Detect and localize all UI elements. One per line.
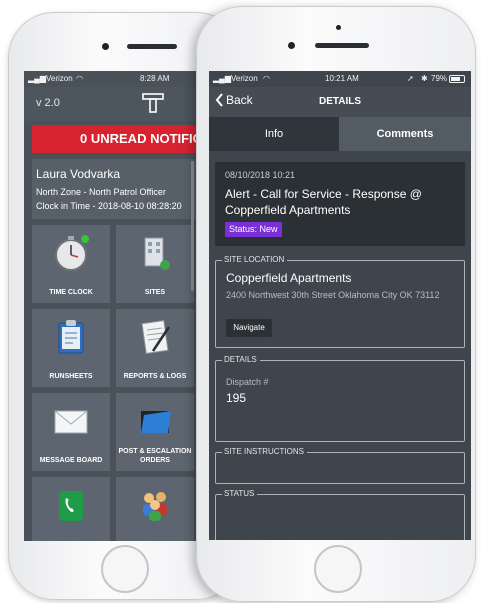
tile-reports-logs[interactable]: REPORTS & LOGS xyxy=(116,309,194,387)
earpiece-speaker xyxy=(315,43,369,48)
tile-message-board[interactable]: MESSAGE BOARD xyxy=(32,393,110,471)
app-header: v 2.0 xyxy=(24,87,196,121)
unread-notifications-banner[interactable]: 0 UNREAD NOTIFICA xyxy=(32,125,196,153)
status-bar: ▂▄▆ Verizon ◠ 10:21 AM ➚ ✱ 79% xyxy=(209,71,471,87)
alert-card: 08/10/2018 10:21 Alert - Call for Servic… xyxy=(215,162,465,246)
section-legend: SITE LOCATION xyxy=(222,255,288,264)
app-logo-icon xyxy=(142,93,164,113)
alert-datetime: 08/10/2018 10:21 xyxy=(225,170,296,180)
battery-percent: 79% xyxy=(431,74,448,83)
user-card: Laura Vodvarka North Zone - North Patrol… xyxy=(32,159,196,219)
bluetooth-icon: ✱ xyxy=(421,74,428,83)
site-name: Copperfield Apartments xyxy=(226,271,352,285)
tile-label: SITES xyxy=(144,289,166,296)
tile-label: MESSAGE BOARD xyxy=(39,457,103,464)
site-location-section: SITE LOCATION Copperfield Apartments 240… xyxy=(215,255,465,348)
site-address: 2400 Northwest 30th Street Oklahoma City… xyxy=(226,290,440,300)
clipboard-icon xyxy=(58,320,84,354)
carrier-label: Verizon xyxy=(46,74,73,83)
tile-sites[interactable]: SITES xyxy=(116,225,194,303)
signal-icon: ▂▄▆ xyxy=(213,74,231,83)
tab-comments[interactable]: Comments xyxy=(339,117,471,151)
envelope-icon xyxy=(54,410,88,434)
tile-post-escalation-orders[interactable]: POST & ESCALATION ORDERS xyxy=(116,393,194,471)
section-legend: DETAILS xyxy=(222,355,260,364)
dispatch-label: Dispatch # xyxy=(226,377,269,387)
tile-time-clock[interactable]: TIME CLOCK xyxy=(32,225,110,303)
carrier-label: Verizon xyxy=(231,74,258,83)
battery-icon xyxy=(449,75,465,83)
front-phone-screen: ▂▄▆ Verizon ◠ 10:21 AM ➚ ✱ 79% Back DETA… xyxy=(209,71,471,540)
tile-people[interactable] xyxy=(116,477,194,541)
folder-icon xyxy=(141,411,171,433)
building-icon xyxy=(144,237,170,270)
location-icon: ➚ xyxy=(407,74,414,83)
site-instructions-section: SITE INSTRUCTIONS xyxy=(215,447,465,484)
tile-phone[interactable] xyxy=(32,477,110,541)
stopwatch-icon xyxy=(55,235,89,271)
home-button[interactable] xyxy=(101,545,149,593)
people-icon xyxy=(143,492,167,521)
clock-label: 8:28 AM xyxy=(140,74,170,83)
status-badge: Status: New xyxy=(225,222,282,237)
tile-label: RUNSHEETS xyxy=(49,373,93,380)
home-button[interactable] xyxy=(314,545,362,593)
scrollbar[interactable] xyxy=(191,161,194,291)
clock-label: 10:21 AM xyxy=(325,74,359,83)
wifi-icon: ◠ xyxy=(76,74,83,83)
front-camera xyxy=(102,43,109,50)
navigate-button[interactable]: Navigate xyxy=(226,319,272,337)
tile-label: REPORTS & LOGS xyxy=(123,373,187,380)
dispatch-value: 195 xyxy=(226,391,247,405)
section-legend: STATUS xyxy=(222,489,258,498)
status-section: STATUS xyxy=(215,489,465,540)
phone-icon xyxy=(59,491,83,521)
alert-title: Alert - Call for Service - Response @ Co… xyxy=(225,187,422,217)
notepad-icon xyxy=(141,320,171,354)
version-label: v 2.0 xyxy=(36,97,60,109)
details-section: DETAILS Dispatch # 195 xyxy=(215,355,465,442)
tab-bar: Info Comments xyxy=(209,117,471,151)
navigation-bar: Back DETAILS xyxy=(209,87,471,117)
proximity-sensor xyxy=(336,25,341,30)
section-legend: SITE INSTRUCTIONS xyxy=(222,447,308,456)
page-title: DETAILS xyxy=(318,96,362,107)
user-zone: North Zone - North Patrol Officer xyxy=(36,187,166,197)
signal-icon: ▂▄▆ xyxy=(28,74,46,83)
user-name: Laura Vodvarka xyxy=(36,167,121,181)
wifi-icon: ◠ xyxy=(263,74,270,83)
tile-label: POST & ESCALATION ORDERS xyxy=(118,448,192,464)
clock-in-time: Clock in Time - 2018-08-10 08:28:20 xyxy=(36,201,182,211)
back-phone-screen: ▂▄▆ Verizon ◠ 8:28 AM v 2.0 0 UNREAD NOT… xyxy=(24,71,196,541)
tile-runsheets[interactable]: RUNSHEETS xyxy=(32,309,110,387)
earpiece-speaker xyxy=(127,44,177,49)
tile-label: TIME CLOCK xyxy=(49,289,93,296)
tab-info[interactable]: Info xyxy=(209,117,339,151)
status-bar: ▂▄▆ Verizon ◠ 8:28 AM xyxy=(24,71,196,87)
front-camera xyxy=(288,42,295,49)
